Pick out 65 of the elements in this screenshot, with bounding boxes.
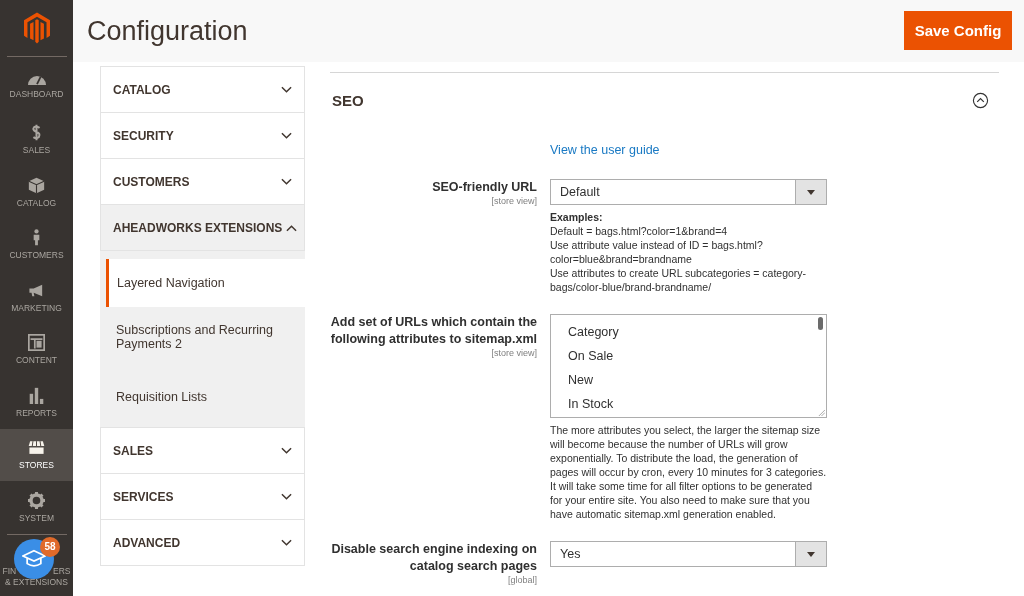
chevron-icon <box>281 492 292 501</box>
chevron-icon <box>281 538 292 547</box>
learning-button[interactable] <box>14 538 54 579</box>
page-title: Configuration <box>87 15 248 47</box>
config-section-tab[interactable]: CUSTOMERS <box>100 159 305 205</box>
sidebar-item[interactable]: REPORTS <box>0 376 73 429</box>
field-note: Default = bags.html?color=1&brand=4 <box>550 224 729 238</box>
chevron-icon <box>281 131 292 140</box>
box-icon <box>28 176 45 194</box>
config-subsection-link[interactable]: Layered Navigation <box>106 259 305 307</box>
gauge-icon <box>27 75 46 85</box>
sidebar-item[interactable]: CUSTOMERS <box>0 218 73 271</box>
sidebar-label: FIN <box>2 565 17 576</box>
chevron-icon <box>281 177 292 186</box>
sidebar-item[interactable]: DASHBOARD <box>0 61 73 114</box>
config-section-tab[interactable]: SALES <box>100 428 305 474</box>
chevron-icon <box>281 85 292 94</box>
gear-icon <box>28 491 45 509</box>
section-header[interactable]: SEO <box>330 73 999 127</box>
sidebar-item[interactable]: SALES <box>0 113 73 166</box>
list-option[interactable]: On Sale <box>568 347 826 371</box>
save-config-button[interactable]: Save Config <box>904 11 1012 50</box>
scope-label: [global] <box>507 575 537 585</box>
config-section-tab[interactable]: CATALOG <box>100 66 305 113</box>
storefront-icon <box>28 439 45 457</box>
select-field[interactable]: Default <box>550 179 827 205</box>
list-option[interactable]: Category <box>568 323 826 347</box>
field-note: The more attributes you select, the larger the sitemap size will become because the number of URLs will grow exponentially. To distribute the load, the generation of pages will occur by cron, every 10 minutes for 3 categories. It will take some time for all filter options to be generated for your entire site. You also need to make sure that you have automatic sitemap.xml generation enabled. <box>550 423 827 521</box>
scope-label: [store view] <box>491 348 537 358</box>
config-subsection-link[interactable]: Subscriptions and Recurring Payments 2 <box>106 307 305 367</box>
chevron-icon <box>281 446 292 455</box>
logo-icon[interactable] <box>23 12 50 44</box>
layout-icon <box>28 334 45 352</box>
sidebar-item[interactable]: MARKETING <box>0 271 73 324</box>
notification-badge: 58 <box>40 536 60 557</box>
field-label: Add set of URLs which contain the following attributes to sitemap.xml <box>330 314 537 348</box>
field-label: SEO-friendly URL <box>432 179 537 196</box>
chevron-icon <box>286 223 298 232</box>
graduation-cap-icon <box>22 549 46 568</box>
field-label: Disable search engine indexing on catalog search pages <box>330 541 537 575</box>
scope-label: [store view] <box>491 196 537 206</box>
sidebar-item[interactable]: CATALOG <box>0 166 73 219</box>
bar-chart-icon <box>28 386 45 404</box>
config-section-tab[interactable]: SERVICES <box>100 474 305 520</box>
field-note: Use attributes to create URL subcategories = category-bags/color-blue/brand-brandname/ <box>550 266 808 294</box>
sidebar-label: ERS <box>53 565 71 576</box>
user-guide-link[interactable]: View the user guide <box>550 143 660 157</box>
config-section-tab[interactable]: AHEADWORKS EXTENSIONS <box>100 205 305 251</box>
caret-icon <box>807 551 815 557</box>
config-section-tab[interactable]: SECURITY <box>100 113 305 159</box>
sidebar-item[interactable]: CONTENT <box>0 323 73 376</box>
select-field[interactable]: Yes <box>550 541 827 567</box>
list-option[interactable]: New <box>568 371 826 395</box>
list-option[interactable]: In Stock <box>568 395 826 419</box>
config-subsection-link[interactable]: Requisition Lists <box>106 367 305 427</box>
caret-icon <box>807 189 815 195</box>
field-note: Use attribute value instead of ID = bags.html? color=blue&brand=brandname <box>550 238 764 266</box>
note-title: Examples: <box>550 210 604 224</box>
sidebar-label: & EXTENSIONS <box>5 576 68 587</box>
config-section-tab[interactable]: ADVANCED <box>100 520 305 566</box>
sidebar-item[interactable]: SYSTEM <box>0 481 73 534</box>
resize-grip-icon[interactable] <box>818 409 825 416</box>
sidebar-item[interactable]: STORES <box>0 428 73 481</box>
scrollbar-thumb[interactable] <box>818 317 823 330</box>
multiselect-list[interactable]: Category On Sale New In Stock <box>550 314 827 418</box>
